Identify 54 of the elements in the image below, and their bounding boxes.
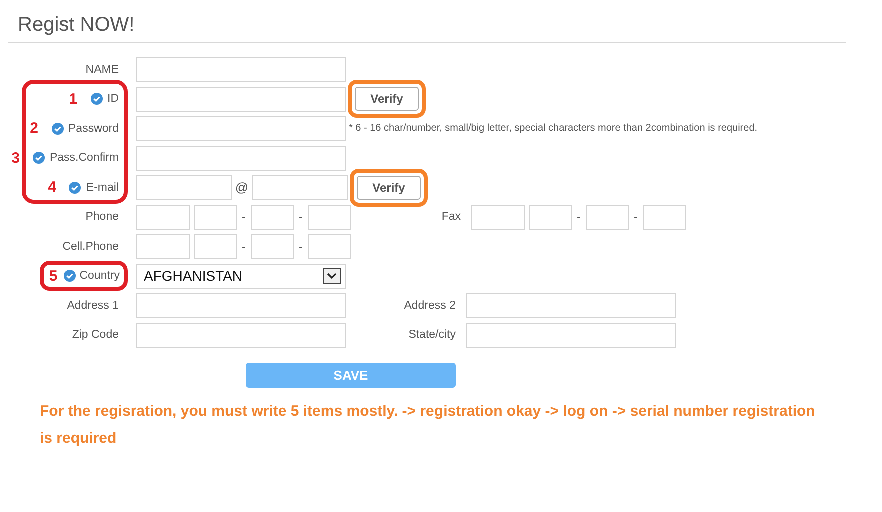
input-field[interactable] bbox=[471, 204, 525, 230]
input-field[interactable] bbox=[251, 204, 294, 230]
annotation-number: 3 bbox=[12, 150, 20, 167]
field-label: Password bbox=[68, 122, 119, 135]
field-label: NAME bbox=[86, 64, 119, 76]
page-title: Regist NOW! bbox=[18, 14, 135, 36]
input-field[interactable] bbox=[194, 234, 237, 260]
field-label: Phone bbox=[86, 211, 119, 224]
field-label: ID bbox=[108, 93, 119, 106]
instruction-note: For the regisration, you must write 5 items mostly. -> registration okay -> log on -> serial number registration is required bbox=[40, 402, 816, 449]
field-label: Address 2 bbox=[404, 300, 456, 312]
input-field[interactable] bbox=[308, 234, 351, 260]
input-field[interactable] bbox=[136, 116, 346, 142]
password-hint: * 6 - 16 char/number, small/big letter, special characters more than 2combination is required. bbox=[349, 122, 758, 136]
field-label: Zip Code bbox=[72, 329, 119, 342]
field-label: Address 1 bbox=[67, 300, 119, 312]
verify-button[interactable]: Verify bbox=[355, 87, 419, 112]
annotation-number: 2 bbox=[30, 120, 38, 138]
annotation-number: 4 bbox=[48, 179, 56, 196]
dash-separator: - bbox=[633, 210, 639, 224]
input-field[interactable] bbox=[466, 293, 676, 318]
field-label: Pass.Confirm bbox=[50, 152, 119, 164]
dash-separator: - bbox=[241, 210, 247, 224]
input-field[interactable] bbox=[136, 175, 232, 200]
verify-button[interactable]: Verify bbox=[357, 176, 421, 200]
dash-separator: - bbox=[298, 240, 304, 254]
field-label: E-mail bbox=[86, 182, 119, 194]
dash-separator: - bbox=[241, 240, 247, 254]
dash-separator: - bbox=[298, 210, 304, 224]
input-field[interactable] bbox=[194, 204, 237, 230]
chevron-down-icon bbox=[327, 273, 337, 280]
field-label: Fax bbox=[442, 211, 461, 224]
field-label: Cell.Phone bbox=[62, 240, 119, 253]
input-field[interactable] bbox=[136, 57, 346, 82]
at-sign: @ bbox=[234, 180, 250, 196]
input-field[interactable] bbox=[308, 204, 351, 230]
input-field[interactable] bbox=[136, 234, 190, 260]
input-field[interactable] bbox=[466, 322, 676, 348]
input-field[interactable] bbox=[136, 204, 190, 230]
input-field[interactable] bbox=[136, 322, 346, 348]
input-field[interactable] bbox=[136, 293, 346, 318]
field-label: Country bbox=[80, 270, 120, 282]
input-field[interactable] bbox=[586, 204, 629, 230]
input-field[interactable] bbox=[252, 175, 348, 200]
input-field[interactable] bbox=[136, 86, 346, 112]
input-field[interactable] bbox=[643, 204, 686, 230]
dash-separator: - bbox=[576, 210, 582, 224]
annotation-number: 1 bbox=[69, 90, 78, 108]
annotation-number: 5 bbox=[49, 268, 58, 285]
input-field[interactable] bbox=[136, 146, 346, 171]
input-field[interactable] bbox=[251, 234, 294, 260]
input-field[interactable] bbox=[529, 204, 572, 230]
country-dropdown[interactable]: AFGHANISTAN bbox=[136, 264, 346, 289]
field-label: State/city bbox=[408, 329, 456, 342]
